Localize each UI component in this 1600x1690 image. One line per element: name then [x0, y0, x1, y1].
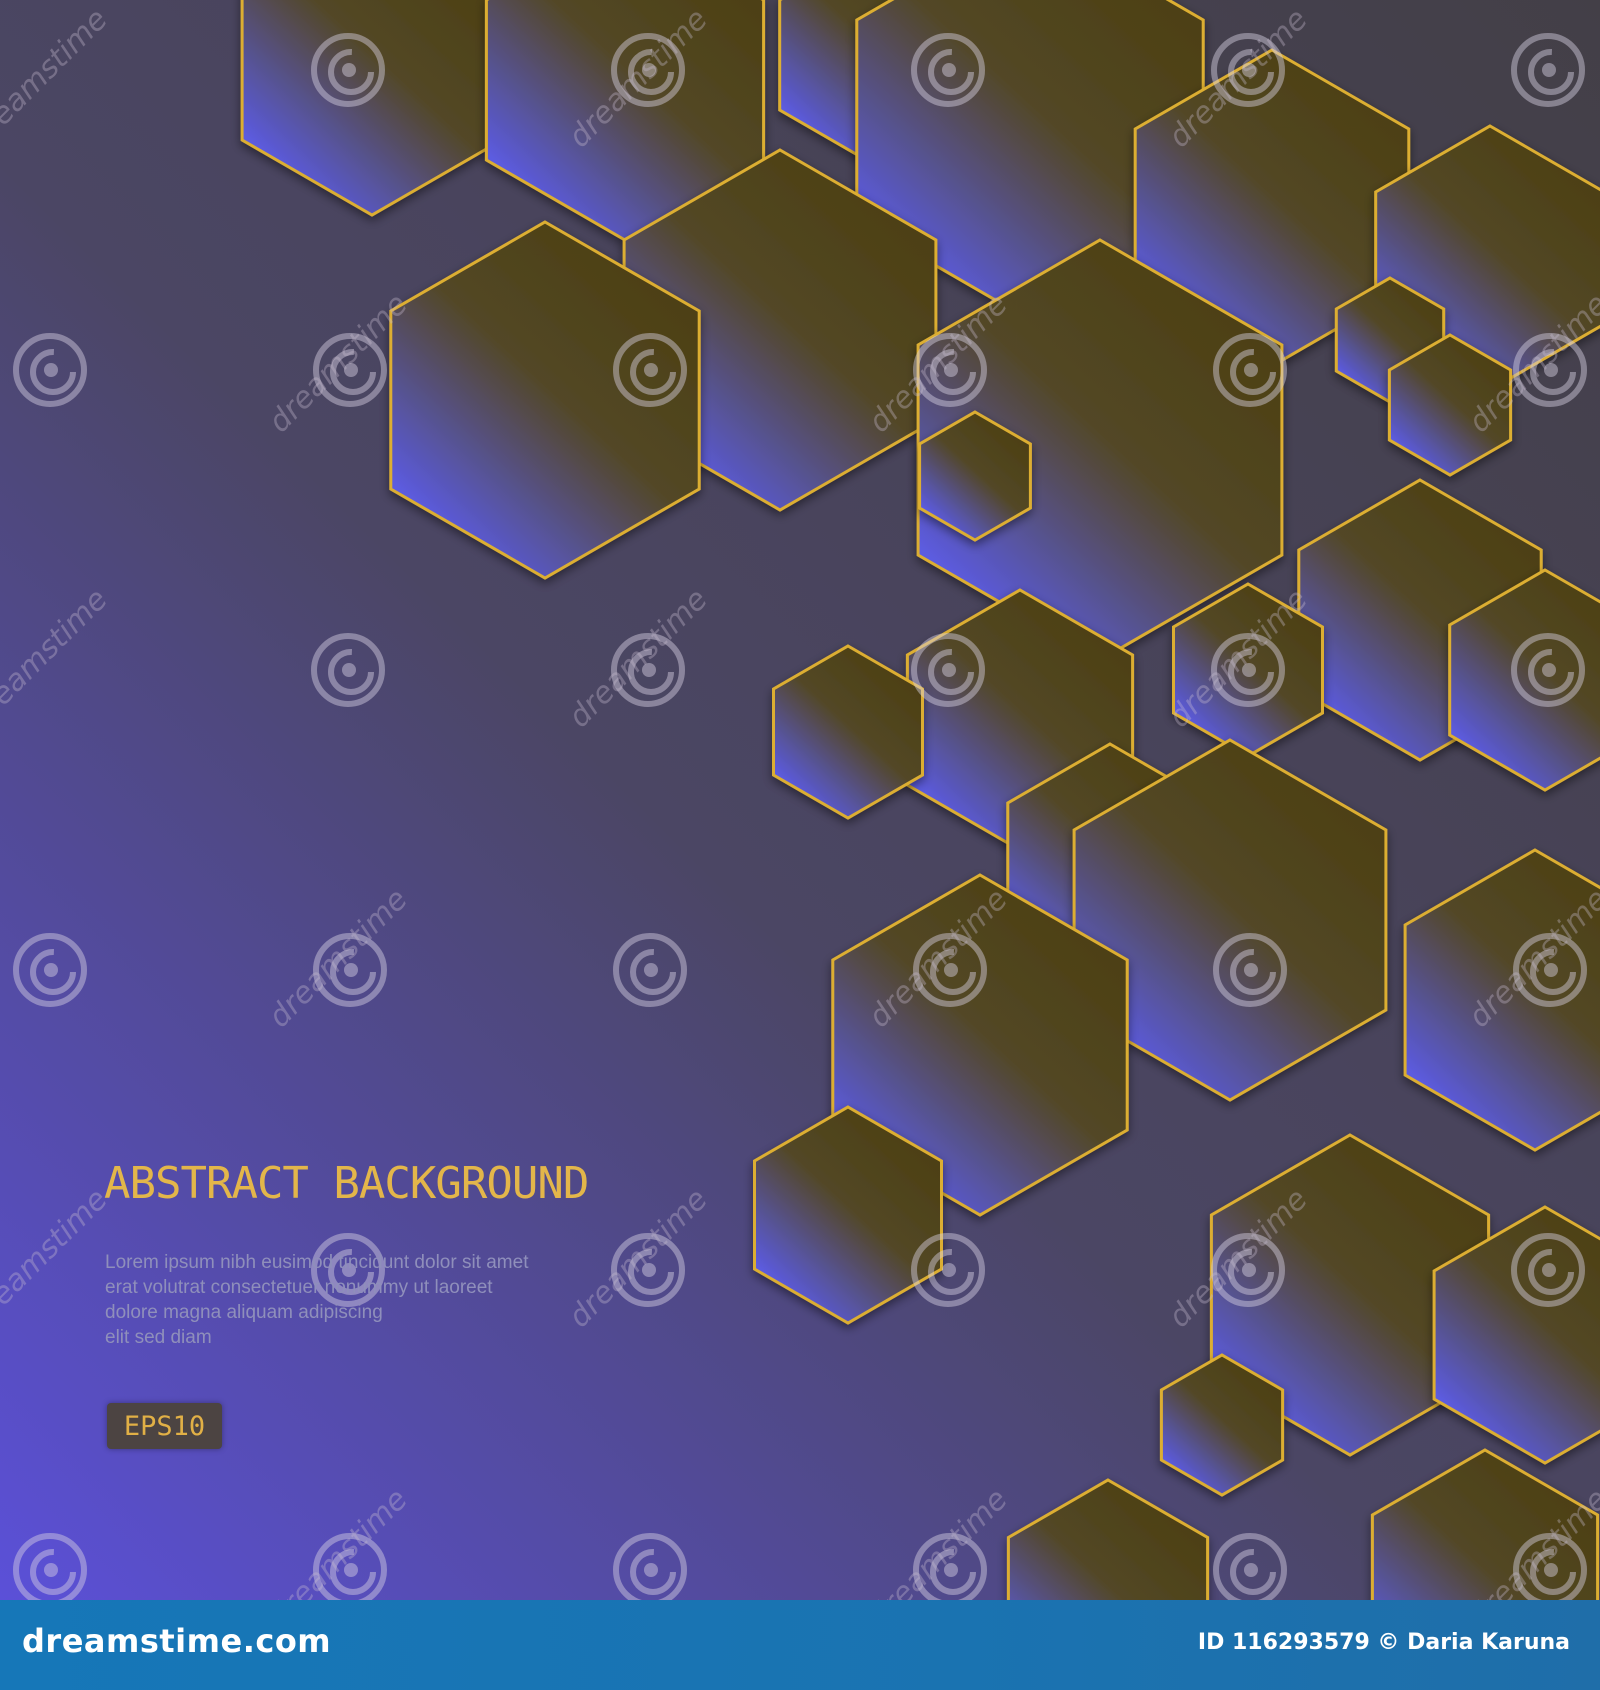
footer-bar: dreamstime.com ID 116293579 © Daria Karu…	[0, 1600, 1600, 1690]
body-line: erat volutrat consectetuer nonummy ut la…	[105, 1277, 493, 1298]
footer-credit: ID 116293579 © Daria Karuna	[1197, 1630, 1570, 1655]
body-line: dolore magna aliquam adipiscing	[105, 1302, 383, 1323]
footer-logo[interactable]: dreamstime.com	[22, 1622, 331, 1660]
body-line: Lorem ipsum nibh eusimod tincidunt dolor…	[105, 1252, 529, 1273]
abstract-hexagon-background: dreamstime dreamstime dreamstime dreamstime…	[0, 0, 1600, 1600]
hexagon-pattern: dreamstimedreamstimedreamstimedreamstime…	[0, 0, 1600, 1600]
headline-title: ABSTRACT BACKGROUND	[104, 1158, 589, 1209]
body-line: elit sed diam	[105, 1327, 212, 1348]
eps-badge: EPS10	[107, 1403, 222, 1449]
headline-body: Lorem ipsum nibh eusimod tincidunt dolor…	[105, 1250, 625, 1350]
